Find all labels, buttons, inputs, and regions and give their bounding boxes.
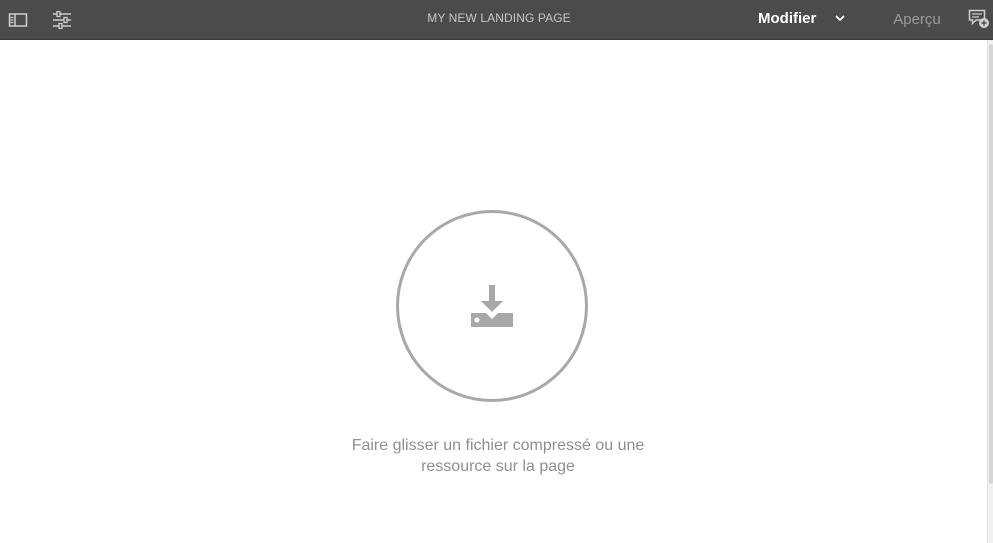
preview-button[interactable]: Aperçu [882,0,952,38]
asset-dropzone[interactable] [396,210,588,402]
download-tray-icon [471,285,513,327]
sidepanel-toggle-icon [8,13,28,27]
mode-selector[interactable]: Modifier [750,0,850,36]
scrollbar-thumb[interactable] [989,44,993,484]
page-title: MY NEW LANDING PAGE [427,11,571,25]
dropzone-text-line2: ressource sur la page [421,458,575,475]
top-toolbar: MY NEW LANDING PAGE Modifier Aperçu [0,0,993,40]
sidepanel-toggle-button[interactable] [2,0,34,40]
page-properties-button[interactable] [46,0,78,40]
annotations-icon [968,9,989,28]
annotations-button[interactable] [964,0,993,38]
chevron-down-icon [835,15,845,22]
page-properties-icon [53,11,71,29]
vertical-scrollbar[interactable] [987,40,993,543]
dropzone-text-line1: Faire glisser un fichier compressé ou un… [351,437,645,454]
dropzone-instructions: Faire glisser un fichier compressé ou un… [298,435,698,477]
mode-selected-label: Modifier [758,9,817,27]
